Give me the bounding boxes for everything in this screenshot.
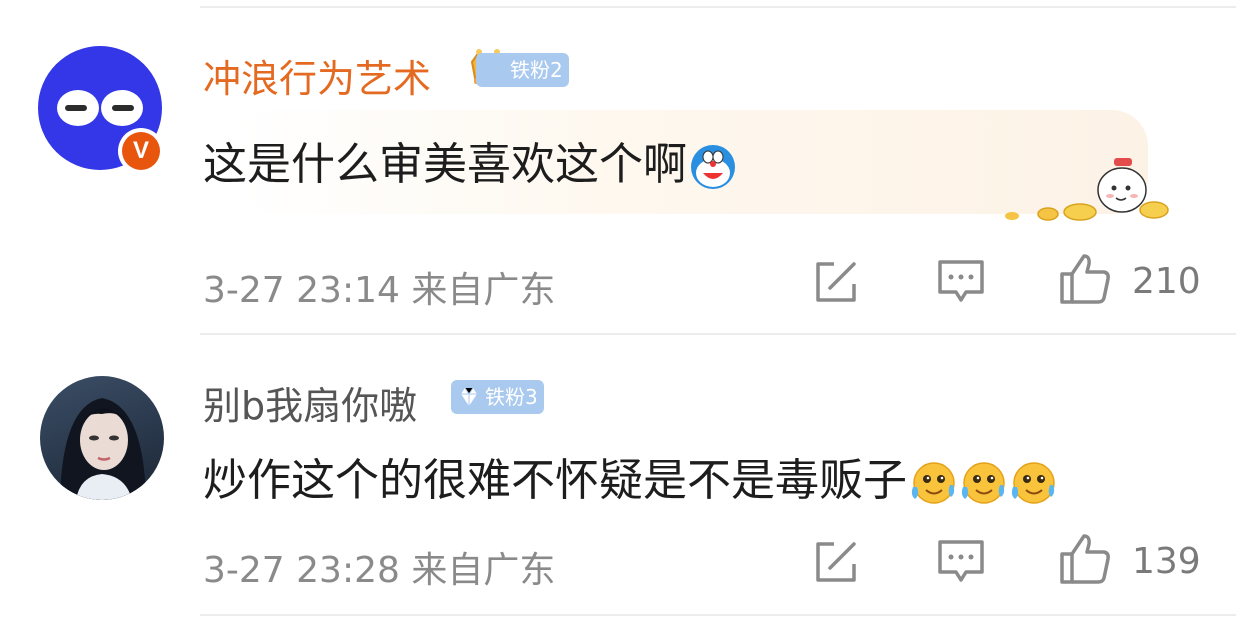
avatar[interactable] (40, 376, 164, 500)
comment-icon[interactable] (936, 258, 986, 306)
comment-text-row: 这是什么审美喜欢这个啊 (203, 128, 737, 192)
doraemon-emoji-icon (689, 143, 737, 191)
mascot-with-gold-ingots-decoration (1000, 150, 1175, 230)
username[interactable]: 别b我扇你嗷 (203, 375, 417, 430)
comment-text: 这是什么审美喜欢这个啊 (203, 139, 687, 190)
thumbs-up-icon[interactable] (1058, 252, 1112, 306)
top-divider (200, 6, 1236, 8)
diamond-icon (457, 385, 481, 409)
crying-laughing-emoji-icon (1009, 459, 1057, 507)
comment-text-row: 炒作这个的很难不怀疑是不是毒贩子 (203, 444, 1057, 508)
comment-meta: 3-27 23:14 来自广东 (203, 270, 556, 311)
fan-badge-label: 铁粉2 (510, 58, 563, 82)
crying-laughing-emoji-icon (959, 459, 1007, 507)
like-count: 210 (1132, 261, 1201, 302)
comment-icon[interactable] (936, 538, 986, 586)
thumbs-up-icon[interactable] (1058, 532, 1112, 586)
comment-divider (200, 614, 1236, 616)
like-count: 139 (1132, 541, 1201, 582)
comment-text: 炒作这个的很难不怀疑是不是毒贩子 (203, 455, 907, 506)
share-icon[interactable] (812, 538, 860, 586)
verified-badge-icon: V (118, 128, 164, 174)
fan-badge[interactable]: 铁粉2 (476, 53, 569, 87)
share-icon[interactable] (812, 258, 860, 306)
comment-divider (200, 333, 1236, 335)
crying-laughing-emoji-icon (909, 459, 957, 507)
fan-badge-label: 铁粉3 (485, 385, 538, 409)
username[interactable]: 冲浪行为艺术 (203, 48, 431, 103)
comment-meta: 3-27 23:28 来自广东 (203, 550, 556, 591)
avatar-portrait-image (60, 398, 146, 500)
verified-badge-label: V (122, 132, 160, 170)
fan-badge[interactable]: 铁粉3 (451, 380, 544, 414)
